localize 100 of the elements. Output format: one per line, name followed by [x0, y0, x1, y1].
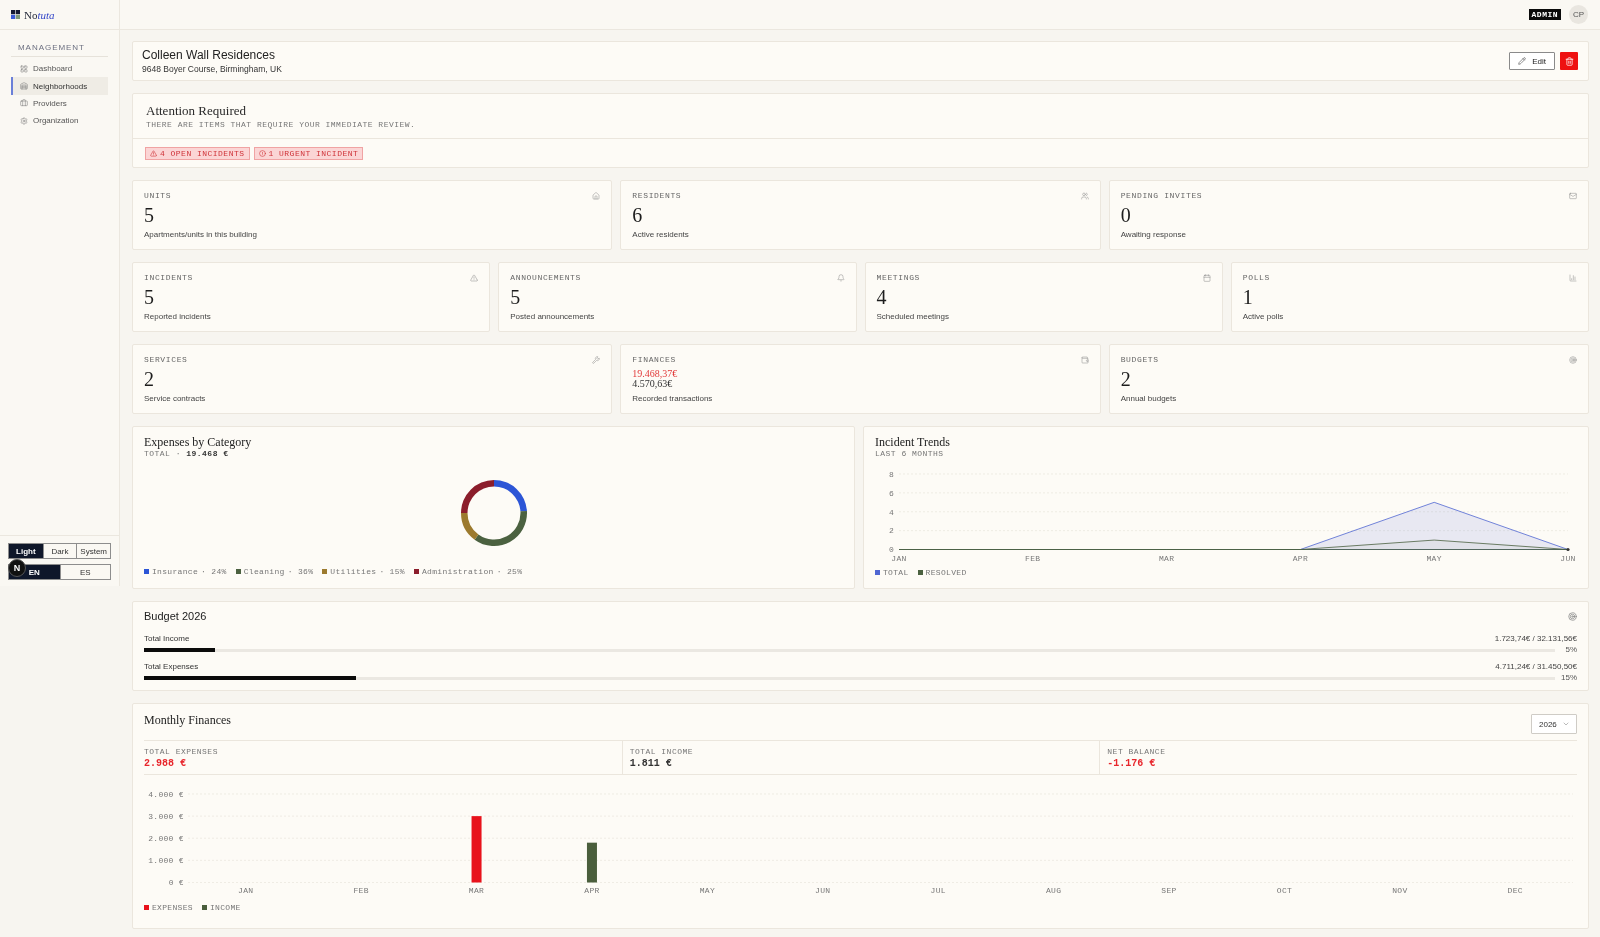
sidebar-item[interactable]: Organization: [11, 112, 108, 130]
stat-value: 5: [510, 286, 522, 308]
stat-value: 2: [144, 368, 155, 390]
legend-label: EXPENSES: [152, 903, 193, 912]
finances-title: Monthly Finances: [144, 714, 231, 727]
budget-amount: 4.711,24€ / 31.450,50€: [1495, 662, 1577, 671]
axis-label: AUG: [1045, 886, 1062, 895]
stat-label: MEETINGS: [876, 273, 921, 282]
stat-description: Scheduled meetings: [876, 312, 950, 321]
language-option[interactable]: ES: [59, 565, 110, 579]
budget-label: Total Income: [144, 634, 190, 643]
summary-label: NET BALANCE: [1107, 747, 1167, 756]
chart-bar: [471, 816, 482, 883]
delete-button[interactable]: [1560, 52, 1578, 70]
stat-value: 6: [632, 204, 644, 226]
stat-label: SERVICES: [144, 355, 188, 364]
axis-label: MAR: [468, 886, 485, 895]
chart-title: Incident Trends: [875, 436, 951, 449]
dev-tools-badge[interactable]: N: [8, 559, 26, 577]
axis-label: FEB: [1025, 554, 1041, 563]
axis-label: JAN: [891, 554, 907, 563]
stat-label: PENDING INVITES: [1120, 191, 1203, 200]
theme-option[interactable]: Dark: [42, 544, 77, 558]
stat-label: ANNOUNCEMENTS: [510, 273, 581, 282]
theme-option[interactable]: Light: [9, 544, 43, 558]
target-icon: [1569, 355, 1577, 364]
amount-value: 4.570,63€: [632, 379, 673, 390]
role-badge: ADMIN: [1528, 9, 1561, 20]
grid-icon: [20, 64, 28, 73]
legend-label: Insurance: [152, 567, 199, 576]
sidebar-item[interactable]: Neighborhoods: [11, 77, 108, 95]
alert-badge[interactable]: 4 OPEN INCIDENTS: [145, 146, 250, 160]
chart-title: Expenses by Category: [144, 436, 253, 449]
wallet-icon: [1080, 355, 1089, 364]
attention-title: Attention Required: [146, 103, 247, 118]
target-icon: [1568, 611, 1577, 621]
user-avatar[interactable]: CP: [1569, 5, 1588, 24]
briefcase-icon: [20, 99, 28, 108]
axis-label: OCT: [1276, 886, 1293, 895]
axis-label: 4: [888, 507, 894, 517]
axis-label: DEC: [1507, 886, 1523, 895]
stat-label: RESIDENTS: [632, 191, 682, 200]
stat-description: Apartments/units in this building: [144, 230, 258, 239]
sidebar-item[interactable]: Dashboard: [11, 60, 108, 78]
stat-description: Reported incidents: [144, 312, 212, 321]
axis-label: JUL: [930, 886, 946, 895]
legend-label: INCOME: [209, 903, 241, 912]
summary-value: 2.988 €: [144, 758, 187, 770]
theme-option[interactable]: System: [76, 544, 110, 558]
stat-value: 5: [144, 204, 155, 226]
chevron-down-icon: [1562, 720, 1570, 728]
legend-value: · 15%: [379, 567, 405, 576]
axis-label: 0: [888, 545, 894, 555]
summary-value: -1.176 €: [1107, 758, 1157, 770]
axis-label: 2: [888, 526, 894, 536]
stat-value: 4: [876, 286, 888, 308]
axis-label: JUN: [815, 886, 831, 895]
sidebar-item[interactable]: Providers: [11, 94, 108, 113]
trash-icon: [1564, 56, 1574, 66]
stat-value: 1: [1242, 286, 1254, 308]
warehouse-icon: [20, 82, 28, 91]
axis-label: 1.000 €: [148, 856, 184, 866]
legend-value: · 24%: [201, 567, 227, 576]
axis-label: 2.000 €: [148, 834, 184, 844]
logo-icon: [11, 10, 20, 19]
axis-label: 4.000 €: [148, 789, 184, 799]
stat-label: BUDGETS: [1120, 355, 1159, 364]
stat-label: INCIDENTS: [144, 273, 193, 282]
summary-label: TOTAL INCOME: [629, 747, 695, 756]
axis-label: MAR: [1158, 554, 1175, 563]
point-marker: [1566, 547, 1570, 552]
summary-value: 1.811 €: [629, 758, 673, 770]
attention-subtitle: THERE ARE ITEMS THAT REQUIRE YOUR IMMEDIATE REVIEW.: [146, 120, 417, 129]
alert-badge[interactable]: 1 URGENT INCIDENT: [253, 146, 364, 160]
axis-label: 6: [888, 488, 894, 498]
axis-label: 3.000 €: [148, 811, 184, 821]
stat-label: FINANCES: [632, 355, 676, 364]
warning-icon: [470, 273, 479, 282]
axis-label: SEP: [1161, 886, 1177, 895]
stat-label: UNITS: [144, 191, 172, 200]
year-select[interactable]: 2026: [1531, 714, 1577, 734]
section-title: MANAGEMENT: [11, 43, 108, 57]
budget-label: Total Expenses: [144, 662, 199, 671]
axis-label: 0 €: [168, 878, 184, 888]
house-icon: [592, 191, 601, 200]
stat-description: Awaiting response: [1120, 230, 1187, 239]
axis-label: APR: [1292, 554, 1309, 563]
stat-description: Posted announcements: [510, 312, 596, 321]
brand-name[interactable]: Notuta: [24, 8, 55, 21]
building-address: 9648 Boyer Course, Birmingham, UK: [142, 63, 282, 74]
legend-label: Cleaning: [243, 567, 285, 576]
building-name: Colleen Wall Residences: [142, 48, 276, 62]
legend-label: TOTAL: [883, 568, 909, 577]
pencil-icon: [1518, 57, 1527, 65]
alert-circle-icon: [258, 149, 266, 157]
stat-description: Active polls: [1242, 312, 1285, 321]
edit-button[interactable]: Edit: [1509, 52, 1555, 70]
stat-value: 0: [1120, 204, 1132, 226]
mail-icon: [1569, 191, 1577, 200]
settings-icon: [20, 116, 28, 125]
